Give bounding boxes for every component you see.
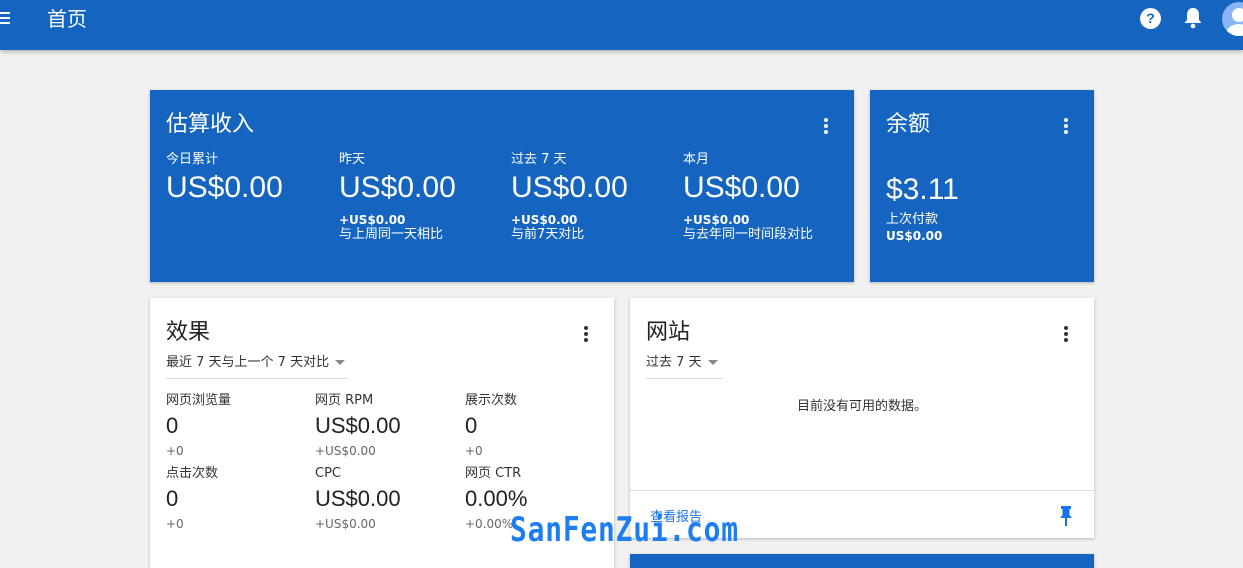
perf-metric-cpc: CPC US$0.00 +US$0.00 <box>315 466 455 531</box>
metric-compare: 与去年同一时间段对比 <box>683 227 814 242</box>
earnings-metric-last7: 过去 7 天 US$0.00 +US$0.00 与前7天对比 <box>511 152 681 243</box>
metric-label: 本月 <box>683 152 710 167</box>
metric-value: 0.00% <box>465 486 528 511</box>
metric-label: CPC <box>315 466 341 481</box>
metric-compare: 与上周同一天相比 <box>339 227 444 242</box>
metric-label: 过去 7 天 <box>511 152 567 167</box>
avatar-icon[interactable] <box>1222 2 1243 36</box>
metric-value: 0 <box>166 486 179 511</box>
metric-label: 今日累计 <box>166 152 219 167</box>
metric-delta: +US$0.00 <box>315 517 376 531</box>
metric-compare: 与前7天对比 <box>511 227 585 242</box>
last-payment-value: US$0.00 <box>886 229 943 243</box>
help-icon[interactable]: ? <box>1140 8 1161 29</box>
earnings-metric-today: 今日累计 US$0.00 <box>166 152 336 206</box>
metric-delta: +US$0.00 <box>511 213 578 227</box>
balance-card: 余额 $3.11 上次付款 US$0.00 <box>870 90 1094 282</box>
sites-title: 网站 <box>646 320 691 345</box>
dropdown-value: 过去 7 天 <box>646 355 702 370</box>
metric-value: US$0.00 <box>683 171 800 204</box>
metric-delta: +US$0.00 <box>683 213 750 227</box>
more-vert-icon[interactable] <box>1061 325 1071 343</box>
metric-label: 点击次数 <box>166 466 219 481</box>
top-app-bar: 首页 ? <box>0 0 1243 50</box>
more-vert-icon[interactable] <box>821 117 831 135</box>
metric-delta: +0 <box>465 444 483 458</box>
metric-delta: +0 <box>166 517 184 531</box>
metric-label: 网页 CTR <box>465 466 522 481</box>
menu-icon[interactable] <box>0 8 18 30</box>
bell-icon[interactable] <box>1183 7 1203 29</box>
earnings-metric-month: 本月 US$0.00 +US$0.00 与去年同一时间段对比 <box>683 152 853 243</box>
caret-down-icon <box>335 360 346 365</box>
metric-value: US$0.00 <box>315 413 401 438</box>
bottom-card <box>630 554 1094 568</box>
pin-icon[interactable] <box>1058 505 1074 527</box>
dropdown-value: 最近 7 天与上一个 7 天对比 <box>166 355 330 370</box>
perf-metric-clicks: 点击次数 0 +0 <box>166 466 306 531</box>
earnings-card: 估算收入 今日累计 US$0.00 昨天 US$0.00 +US$0.00 与上… <box>150 90 854 282</box>
empty-state-message: 目前没有可用的数据。 <box>796 399 927 414</box>
more-vert-icon[interactable] <box>581 325 591 343</box>
metric-label: 昨天 <box>339 152 366 167</box>
metric-value: 0 <box>465 413 478 438</box>
metric-value: US$0.00 <box>339 171 456 204</box>
metric-value: 0 <box>166 413 179 438</box>
page-title: 首页 <box>47 7 87 31</box>
metric-value: US$0.00 <box>511 171 628 204</box>
earnings-title: 估算收入 <box>166 112 255 137</box>
perf-metric-pageviews: 网页浏览量 0 +0 <box>166 393 306 458</box>
last-payment-label: 上次付款 <box>886 212 939 227</box>
balance-title: 余额 <box>886 112 931 137</box>
earnings-metric-yesterday: 昨天 US$0.00 +US$0.00 与上周同一天相比 <box>339 152 509 243</box>
sites-card: 网站 过去 7 天 目前没有可用的数据。 查看报告 <box>630 298 1094 538</box>
perf-metric-rpm: 网页 RPM US$0.00 +US$0.00 <box>315 393 455 458</box>
metric-delta: +US$0.00 <box>339 213 406 227</box>
caret-down-icon <box>707 360 718 365</box>
metric-value: US$0.00 <box>315 486 401 511</box>
performance-range-dropdown[interactable]: 最近 7 天与上一个 7 天对比 <box>166 354 348 379</box>
watermark-text: SanFenZui.com <box>510 510 739 550</box>
sites-range-dropdown[interactable]: 过去 7 天 <box>646 354 723 379</box>
performance-title: 效果 <box>166 320 211 345</box>
more-vert-icon[interactable] <box>1061 117 1071 135</box>
metric-delta: +0 <box>166 444 184 458</box>
metric-label: 网页 RPM <box>315 393 374 408</box>
metric-label: 展示次数 <box>465 393 518 408</box>
metric-delta: +US$0.00 <box>315 444 376 458</box>
balance-value: $3.11 <box>886 173 959 206</box>
perf-metric-impressions: 展示次数 0 +0 <box>465 393 605 458</box>
metric-value: US$0.00 <box>166 171 283 204</box>
metric-label: 网页浏览量 <box>166 393 232 408</box>
